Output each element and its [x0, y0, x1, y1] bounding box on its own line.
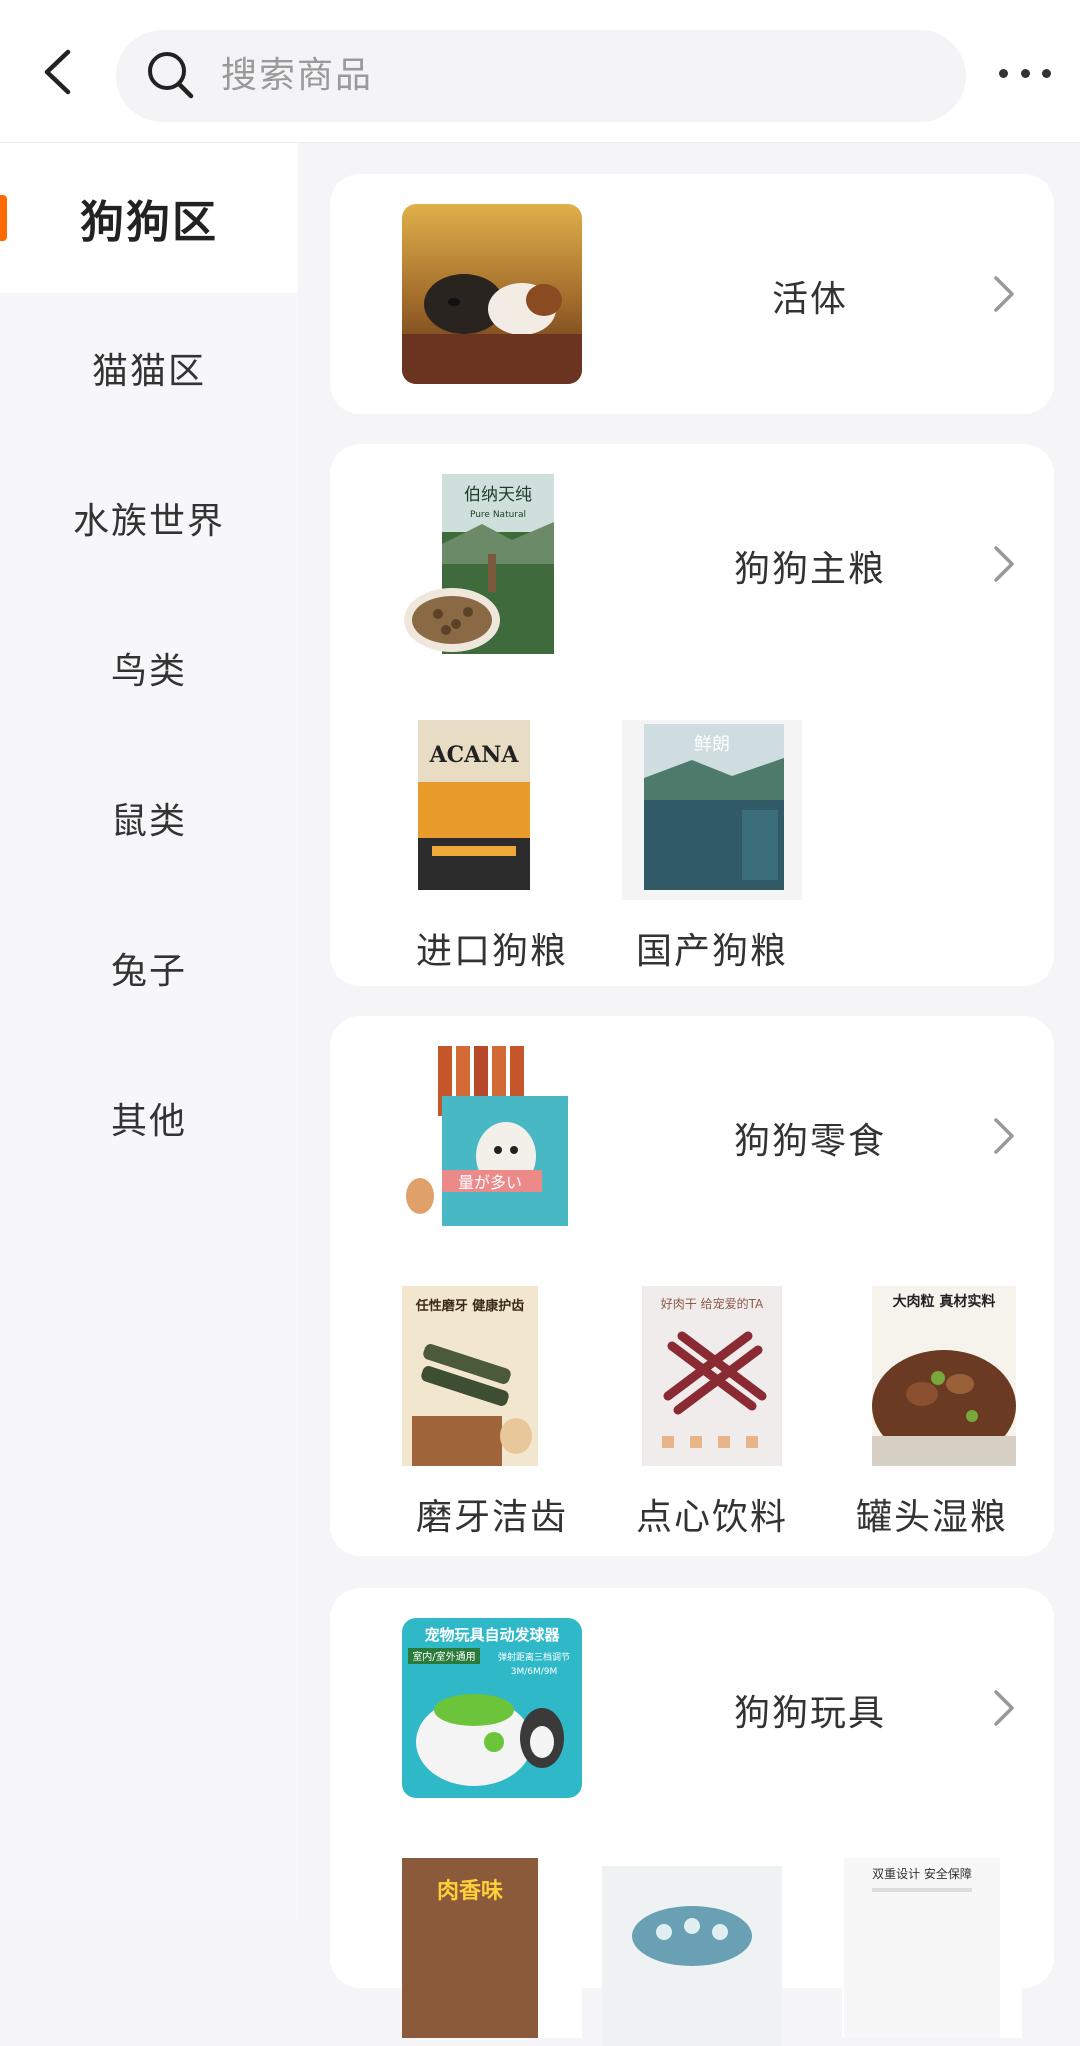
canned-food-photo: 大肉粒 真材实料 — [842, 1286, 1022, 1466]
sidebar-item-aquatic[interactable]: 水族世界 — [0, 443, 298, 593]
card-title: 狗狗玩具 — [733, 1693, 886, 1734]
card-title: 活体 — [771, 279, 848, 320]
card-header-dog-toys[interactable]: 宠物玩具自动发球器 室内/室外通用 弹射距离三档调节 3M/6M/9M 狗狗玩具 — [330, 1618, 1054, 1798]
puppies-photo — [402, 204, 582, 384]
sidebar-item-label: 鸟类 — [110, 651, 187, 692]
sidebar-item-label: 猫猫区 — [91, 351, 206, 392]
thumb-brand-en: Pure Natural — [470, 510, 526, 520]
thumb-brand: ACANA — [429, 742, 520, 768]
dental-chews-photo: 任性磨牙 健康护齿 — [402, 1286, 582, 1466]
back-button[interactable] — [32, 44, 82, 100]
sidebar-item-label: 兔子 — [110, 951, 187, 992]
card-header-dog-food[interactable]: 伯纳天纯 Pure Natural 狗狗主粮 — [330, 474, 1054, 654]
card-header-live[interactable]: 活体 — [330, 204, 1054, 384]
thumb-range: 3M/6M/9M — [511, 1667, 558, 1677]
sidebar-item-label: 其他 — [110, 1101, 187, 1142]
thumb-caption: 好肉干 给宠爱的TA — [661, 1296, 764, 1311]
domestic-dog-food-photo: 鲜朗 — [622, 720, 802, 900]
more-dot-icon — [1020, 68, 1030, 78]
category-card-dog-food: 伯纳天纯 Pure Natural 狗狗主粮 ACANA 进口狗粮 鲜朗 国产狗… — [330, 444, 1054, 986]
category-card-live: 活体 — [330, 174, 1054, 414]
top-bar: 搜索商品 — [0, 0, 1080, 143]
card-header-dog-snacks[interactable]: 量が多い 狗狗零食 — [330, 1046, 1054, 1226]
chevron-left-icon — [44, 49, 71, 95]
chevron-right-icon — [994, 1690, 1014, 1726]
imported-dog-food-photo: ACANA — [402, 720, 582, 900]
sidebar-item-label: 鼠类 — [110, 801, 187, 842]
toy-photo: 双重设计 安全保障 — [842, 1858, 1022, 2038]
toy-photo: 肉香味 — [402, 1858, 582, 2038]
ball-launcher-photo: 宠物玩具自动发球器 室内/室外通用 弹射距离三档调节 3M/6M/9M — [402, 1618, 582, 1798]
subcategory-label: 磨牙洁齿 — [415, 1497, 568, 1538]
more-dot-icon — [1042, 68, 1051, 78]
thumb-note: 弹射距离三档调节 — [498, 1651, 570, 1663]
active-indicator — [0, 195, 7, 241]
chevron-right-icon — [994, 276, 1014, 312]
thumb-caption: 任性磨牙 健康护齿 — [415, 1298, 525, 1314]
sidebar-item-label: 狗狗区 — [80, 197, 218, 248]
toy-photo — [602, 1866, 782, 2046]
category-card-dog-snacks: 量が多い 狗狗零食 任性磨牙 健康护齿 磨牙洁齿 好肉干 给宠爱的TA 点心饮料… — [330, 1016, 1054, 1556]
dog-food-bag-photo: 伯纳天纯 Pure Natural — [402, 474, 582, 654]
thumb-caption: 双重设计 安全保障 — [872, 1866, 972, 1881]
card-title: 狗狗主粮 — [733, 549, 886, 590]
sidebar-item-rabbits[interactable]: 兔子 — [0, 893, 298, 1043]
thumb-brand-cn: 伯纳天纯 — [464, 485, 532, 505]
search-placeholder: 搜索商品 — [221, 55, 374, 96]
dog-snack-bag-photo: 量が多い — [402, 1046, 582, 1226]
subcategory-label: 进口狗粮 — [415, 931, 568, 972]
sidebar-item-label: 水族世界 — [72, 501, 225, 542]
search-icon — [148, 52, 194, 99]
treats-photo: 好肉干 给宠爱的TA — [622, 1286, 802, 1466]
category-card-dog-toys: 宠物玩具自动发球器 室内/室外通用 弹射距离三档调节 3M/6M/9M 狗狗玩具… — [330, 1588, 1054, 2046]
thumb-caption: 量が多い — [458, 1173, 522, 1192]
chevron-right-icon — [994, 1118, 1014, 1154]
thumb-caption: 肉香味 — [437, 1879, 503, 1904]
subcategory-label: 点心饮料 — [635, 1497, 788, 1538]
more-dot-icon — [999, 68, 1008, 78]
card-title: 狗狗零食 — [733, 1121, 886, 1162]
subcategory-label: 罐头湿粮 — [855, 1497, 1008, 1538]
thumb-headline: 宠物玩具自动发球器 — [424, 1626, 560, 1644]
sidebar-item-rodents[interactable]: 鼠类 — [0, 743, 298, 893]
thumb-brand: 鲜朗 — [694, 734, 730, 755]
sidebar-item-cats[interactable]: 猫猫区 — [0, 293, 298, 443]
thumb-caption: 大肉粒 真材实料 — [893, 1293, 996, 1310]
subcategory-label: 国产狗粮 — [635, 931, 788, 972]
category-sidebar: 狗狗区 猫猫区 水族世界 鸟类 鼠类 兔子 其他 — [0, 143, 298, 1920]
sidebar-item-others[interactable]: 其他 — [0, 1043, 298, 1193]
sidebar-item-birds[interactable]: 鸟类 — [0, 593, 298, 743]
chevron-right-icon — [994, 546, 1014, 582]
sidebar-item-dogs[interactable]: 狗狗区 — [0, 143, 298, 293]
thumb-tag: 室内/室外通用 — [412, 1650, 475, 1663]
more-options-button[interactable] — [995, 56, 1055, 90]
search-input[interactable]: 搜索商品 — [116, 30, 966, 122]
